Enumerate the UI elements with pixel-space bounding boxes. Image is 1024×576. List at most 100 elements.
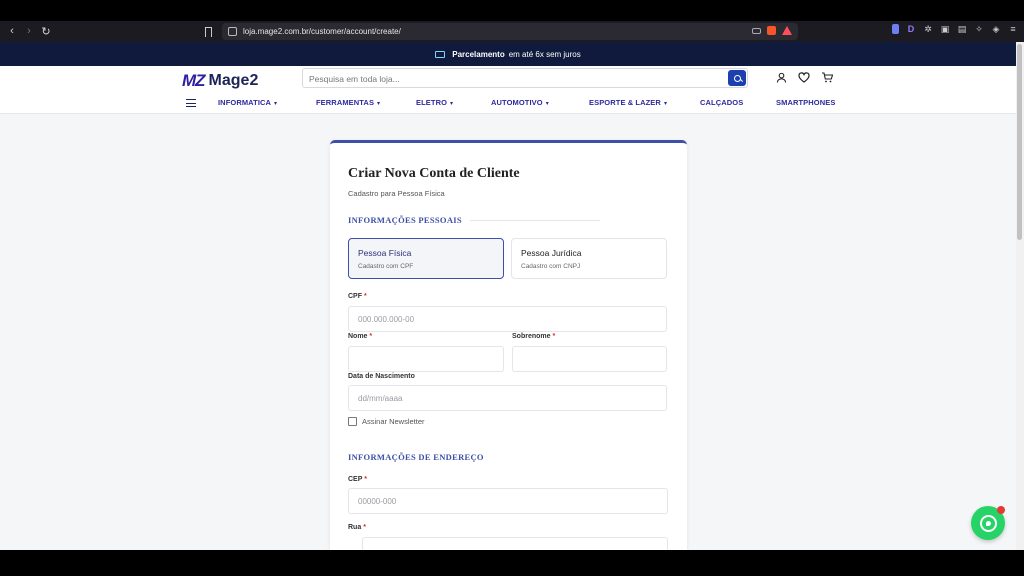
address-bar[interactable]: loja.mage2.com.br/customer/account/creat… <box>222 23 798 40</box>
forward-icon[interactable]: › <box>22 24 36 38</box>
search-input[interactable] <box>309 70 719 88</box>
brave-shield-icon[interactable] <box>767 26 776 35</box>
menu-item-ferramentas[interactable]: FERRAMENTAS ▾ <box>316 98 380 107</box>
cpf-label-text: CPF <box>348 293 362 300</box>
wallet-card-icon[interactable]: ▤ <box>957 24 967 34</box>
rua-label-text: Rua <box>348 524 362 531</box>
person-type-juridica[interactable]: Pessoa Jurídica Cadastro com CNPJ <box>511 238 667 279</box>
section-address-heading: INFORMAÇÕES DE ENDEREÇO <box>348 452 484 462</box>
register-form-card: Criar Nova Conta de Cliente Cadastro par… <box>330 140 687 550</box>
browser-toolbar: ‹ › ↻ loja.mage2.com.br/customer/account… <box>0 21 1024 42</box>
scrollbar-thumb[interactable] <box>1017 44 1022 240</box>
chevron-down-icon: ▾ <box>663 101 668 107</box>
wishlist-heart-icon[interactable] <box>798 71 810 83</box>
bookmark-icon[interactable] <box>205 27 212 37</box>
site-info-icon[interactable] <box>228 27 237 36</box>
credit-card-icon <box>435 50 446 58</box>
required-mark: * <box>364 476 367 483</box>
page-viewport: Parcelamento em até 6x sem juros MZ Mage… <box>0 42 1016 550</box>
nascimento-label-text: Data de Nascimento <box>348 373 415 380</box>
birthdate-input[interactable] <box>349 386 666 410</box>
section-personal-label: INFORMAÇÕES PESSOAIS <box>348 215 462 225</box>
cpf-field-wrap <box>348 306 667 332</box>
menu-label: INFORMATICA <box>218 98 272 107</box>
nome-field-wrap <box>348 346 504 372</box>
extensions-bar: D ✲ ▣ ▤ ✧ ◈ ≡ <box>892 24 1018 34</box>
rewards-icon[interactable] <box>782 26 792 35</box>
chevron-down-icon: ▾ <box>377 101 381 107</box>
cpf-label: CPF * <box>348 293 367 300</box>
wallet-icon[interactable] <box>892 24 899 34</box>
page-scrollbar[interactable] <box>1016 42 1024 550</box>
sobrenome-label: Sobrenome * <box>512 333 555 340</box>
header-actions <box>775 71 833 83</box>
menu-item-esporte-lazer[interactable]: ESPORTE & LAZER ▾ <box>589 98 667 107</box>
nascimento-field-wrap <box>348 385 667 411</box>
menu-item-calcados[interactable]: CALÇADOS <box>700 98 743 107</box>
reload-icon[interactable]: ↻ <box>39 24 53 38</box>
newsletter-checkbox-row[interactable]: Assinar Newsletter <box>348 417 425 426</box>
screen: ‹ › ↻ loja.mage2.com.br/customer/account… <box>0 0 1024 576</box>
account-icon[interactable] <box>775 71 787 83</box>
nascimento-label: Data de Nascimento <box>348 373 415 380</box>
newsletter-label: Assinar Newsletter <box>362 417 425 426</box>
promo-bar: Parcelamento em até 6x sem juros <box>0 42 1016 66</box>
chevron-down-icon: ▾ <box>274 101 278 107</box>
required-mark: * <box>363 293 367 300</box>
menu-item-automotivo[interactable]: AUTOMOTIVO ▾ <box>491 98 549 107</box>
person-type-fisica[interactable]: Pessoa Física Cadastro com CPF <box>348 238 504 279</box>
menu-item-eletro[interactable]: ELETRO ▾ <box>416 98 453 107</box>
whatsapp-button[interactable] <box>971 506 1005 540</box>
reader-icon[interactable] <box>752 27 761 34</box>
nome-label: Nome * <box>348 333 372 340</box>
newsletter-checkbox[interactable] <box>348 417 357 426</box>
url-text: loja.mage2.com.br/customer/account/creat… <box>243 27 401 36</box>
person-type-title: Pessoa Jurídica <box>521 248 582 258</box>
browser-nav: ‹ › ↻ <box>5 24 53 38</box>
cep-input[interactable] <box>349 489 667 513</box>
cpf-input[interactable] <box>349 307 666 331</box>
vpn-icon[interactable]: ◈ <box>991 24 1001 34</box>
sobrenome-label-text: Sobrenome <box>512 333 551 340</box>
page-title: Criar Nova Conta de Cliente <box>348 166 520 181</box>
site-logo[interactable]: MZ Mage2 <box>182 71 258 91</box>
promo-bold: Parcelamento <box>452 49 505 59</box>
search-icon <box>733 74 741 82</box>
logo-name: Mage2 <box>208 72 259 89</box>
menu-label: ESPORTE & LAZER <box>589 98 661 107</box>
menu-label: AUTOMOTIVO <box>491 98 543 107</box>
extension-d-icon[interactable]: D <box>906 24 916 34</box>
sobrenome-input[interactable] <box>513 347 666 371</box>
search-button[interactable] <box>728 70 746 86</box>
puzzle-icon[interactable]: ✲ <box>923 24 933 34</box>
main-menu: INFORMATICA ▾ FERRAMENTAS ▾ ELETRO ▾ AUTOMO… <box>186 96 846 110</box>
cep-label: CEP * <box>348 476 367 483</box>
required-mark: * <box>552 333 556 340</box>
rua-input[interactable] <box>363 538 667 550</box>
menu-item-informatica[interactable]: INFORMATICA ▾ <box>218 98 277 107</box>
cart-icon[interactable] <box>821 71 833 83</box>
menu-label: ELETRO <box>416 98 448 107</box>
back-icon[interactable]: ‹ <box>5 24 19 38</box>
notification-dot <box>997 506 1005 514</box>
hamburger-menu-icon[interactable] <box>186 99 196 107</box>
menu-icon[interactable]: ≡ <box>1008 24 1018 34</box>
nome-label-text: Nome <box>348 333 368 340</box>
sidebar-icon[interactable]: ▣ <box>940 24 950 34</box>
chevron-down-icon: ▾ <box>545 101 549 107</box>
required-mark: * <box>363 524 366 531</box>
cep-label-text: CEP <box>348 476 363 483</box>
nome-input[interactable] <box>349 347 503 371</box>
address-bar-actions <box>752 26 792 35</box>
promo-text: em até 6x sem juros <box>508 49 581 59</box>
sobrenome-field-wrap <box>512 346 667 372</box>
page-subtitle: Cadastro para Pessoa Física <box>348 189 445 198</box>
section-divider <box>469 219 600 221</box>
menu-label: CALÇADOS <box>700 98 744 107</box>
menu-item-smartphones[interactable]: SMARTPHONES <box>776 98 835 107</box>
rua-label: Rua * <box>348 524 366 531</box>
section-address-label: INFORMAÇÕES DE ENDEREÇO <box>348 452 484 462</box>
required-mark: * <box>369 333 373 340</box>
leo-icon[interactable]: ✧ <box>974 24 984 34</box>
menu-label: FERRAMENTAS <box>316 98 375 107</box>
